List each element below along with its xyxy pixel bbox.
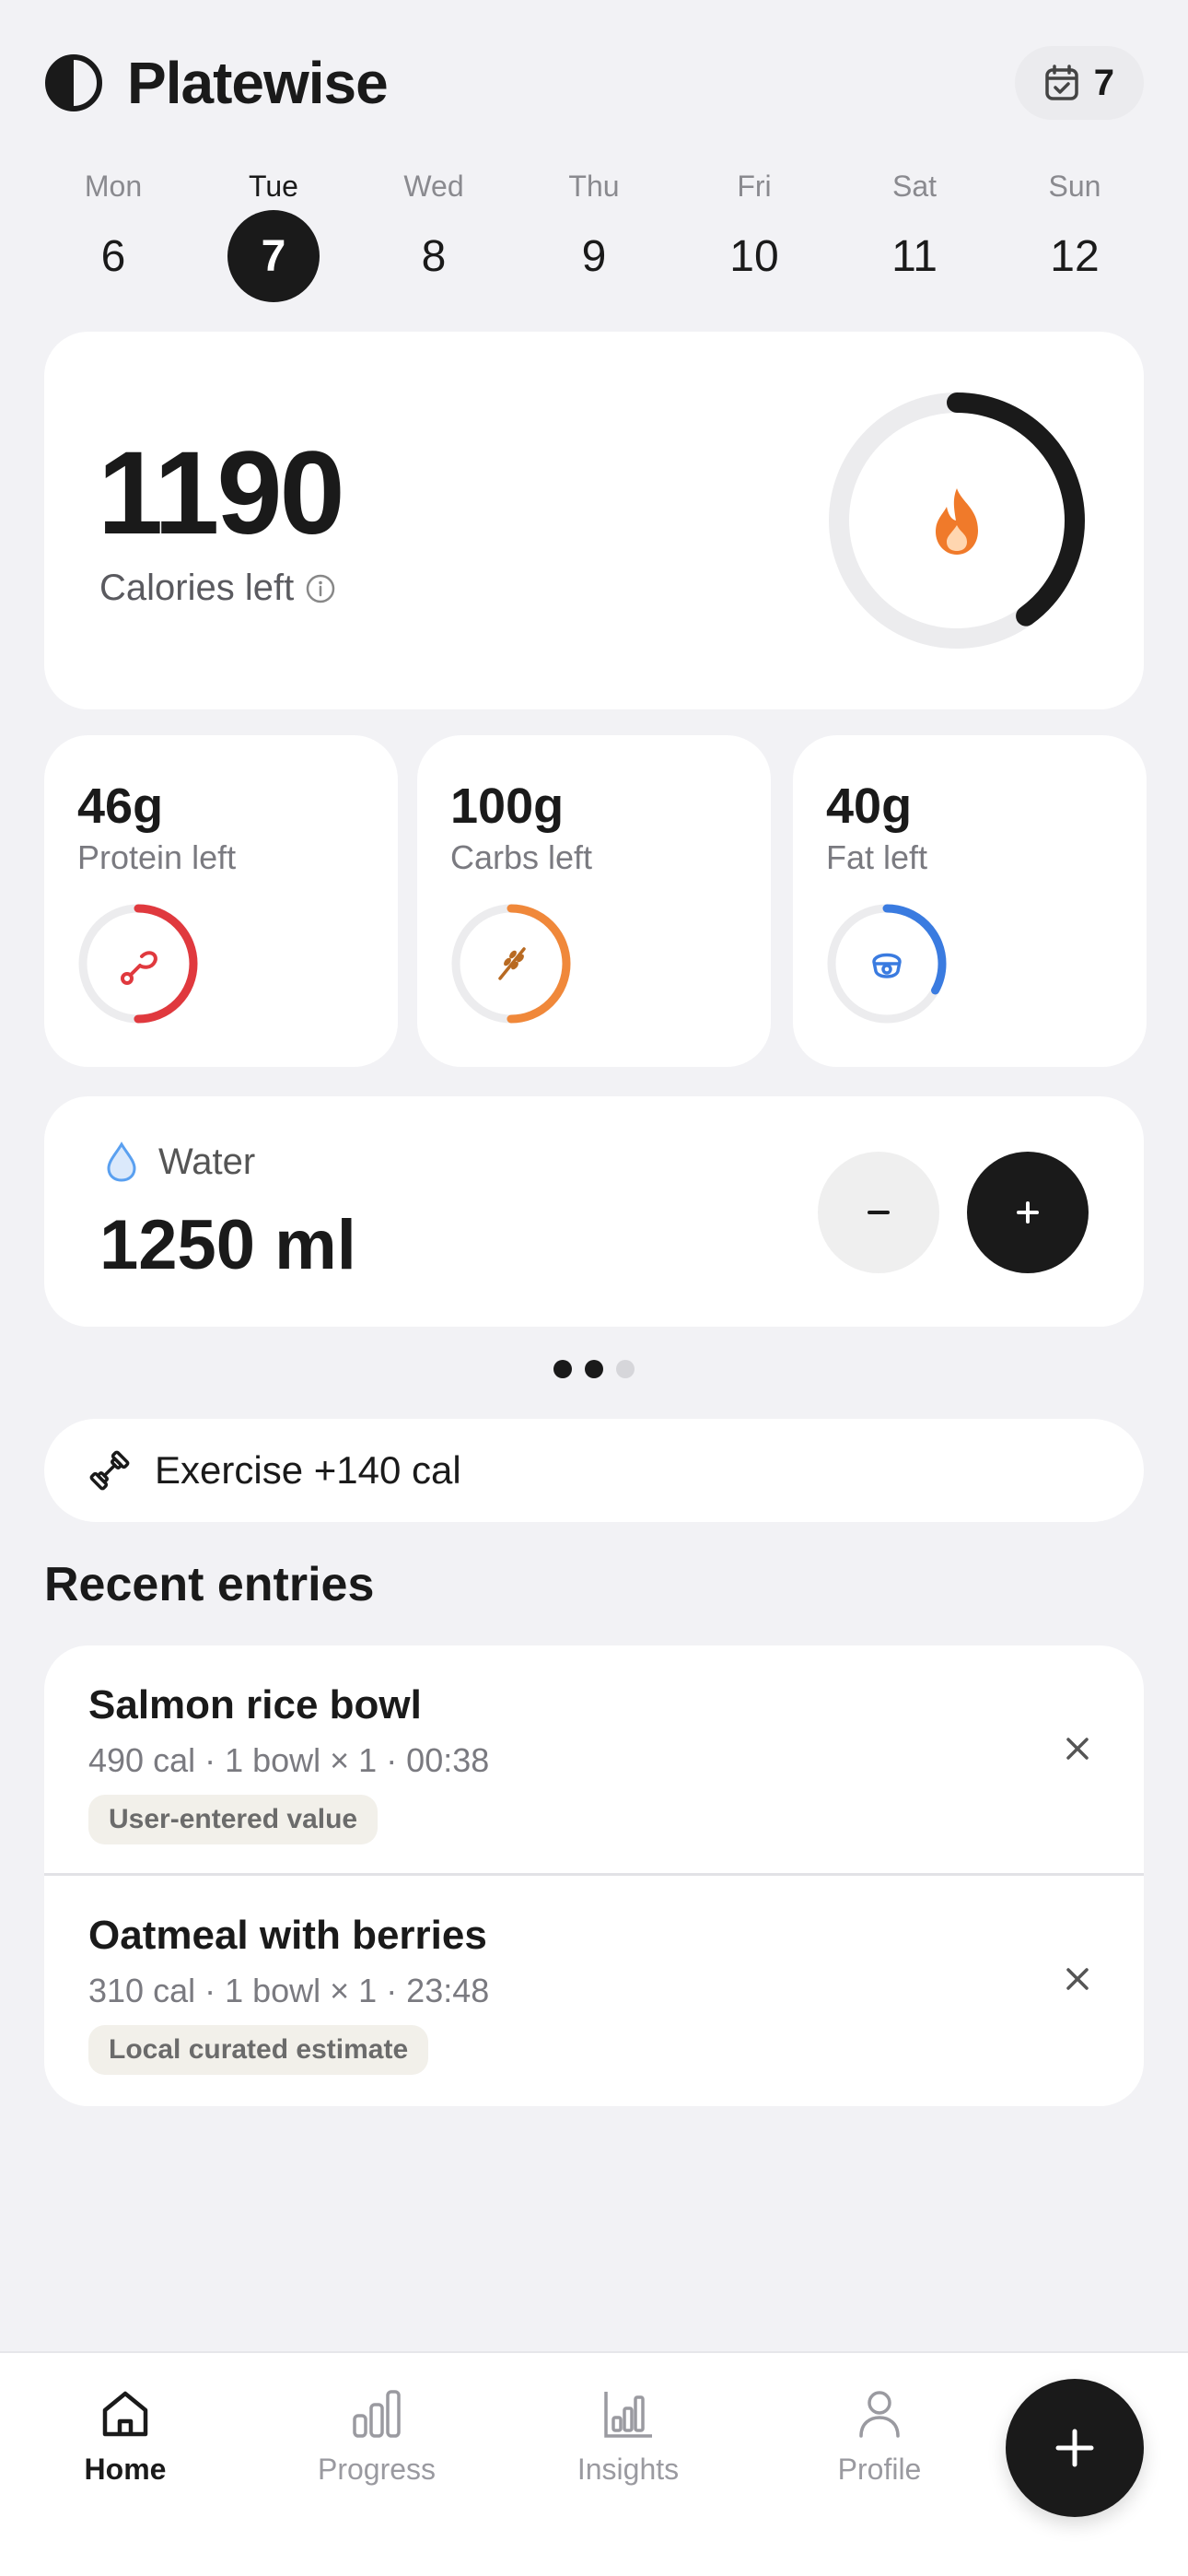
info-icon[interactable] — [305, 573, 336, 604]
water-increase-button[interactable] — [967, 1152, 1089, 1273]
carousel-dot[interactable] — [553, 1360, 572, 1378]
protein-label: Protein left — [77, 838, 237, 876]
delete-entry-button[interactable] — [1048, 1719, 1107, 1778]
recent-entries-list: Salmon rice bowl 490 cal · 1 bowl × 1 · … — [44, 1645, 1144, 2106]
day-sat[interactable]: Sat 11 — [845, 166, 984, 302]
add-entry-button[interactable] — [1006, 2379, 1144, 2517]
day-name: Thu — [568, 170, 620, 203]
day-tue[interactable]: Tue 7 — [204, 166, 343, 302]
day-wed[interactable]: Wed 8 — [365, 166, 503, 302]
carbs-ring — [451, 904, 571, 1024]
entry-meta: 310 cal · 1 bowl × 1 · 23:48 — [88, 1972, 490, 2009]
calories-card[interactable]: 1190 Calories left — [44, 332, 1144, 709]
minus-icon — [868, 1211, 890, 1214]
tab-home[interactable]: Home — [33, 2384, 217, 2487]
home-screen: Platewise 7 Mon 6 Tue 7 Wed 8 Thu 9 Fri 10 Sa… — [0, 0, 1188, 2576]
app-title: Platewise — [127, 50, 389, 116]
streak-count: 7 — [1093, 62, 1114, 103]
exercise-row[interactable]: Exercise +140 cal — [44, 1419, 1144, 1522]
water-drop-icon — [107, 1142, 136, 1182]
day-name: Fri — [737, 170, 772, 203]
carbs-label: Carbs left — [450, 838, 593, 876]
list-item[interactable]: Salmon rice bowl 490 cal · 1 bowl × 1 · … — [44, 1645, 1144, 1876]
tab-profile[interactable]: Profile — [787, 2384, 972, 2487]
tab-progress-label: Progress — [317, 2453, 437, 2486]
entry-source-badge: User-entered value — [88, 1795, 379, 1844]
protein-ring — [78, 904, 198, 1024]
fat-label: Fat left — [826, 838, 928, 876]
day-number: 6 — [100, 231, 126, 281]
water-decrease-button[interactable] — [818, 1152, 939, 1273]
entry-name: Salmon rice bowl — [88, 1682, 422, 1727]
exercise-label: Exercise +140 cal — [155, 1448, 461, 1492]
calories-ring — [829, 392, 1085, 649]
day-sun[interactable]: Sun 12 — [1006, 166, 1144, 302]
entry-source-badge: Local curated estimate — [88, 2025, 429, 2075]
plus-icon — [1055, 2429, 1094, 2467]
day-name: Tue — [249, 170, 298, 203]
recent-entries-title: Recent entries — [44, 1558, 375, 1611]
week-strip: Mon 6 Tue 7 Wed 8 Thu 9 Fri 10 Sat 11 Sun 12 — [44, 166, 1144, 302]
carbs-value: 100g — [450, 779, 565, 834]
entry-name: Oatmeal with berries — [88, 1913, 487, 1958]
list-item[interactable]: Oatmeal with berries 310 cal · 1 bowl × … — [44, 1876, 1144, 2106]
close-icon — [1066, 1968, 1089, 1990]
carousel-dot[interactable] — [585, 1360, 603, 1378]
day-number: 9 — [581, 231, 607, 281]
calories-left-label: Calories left — [99, 568, 295, 608]
calories-left-label-row: Calories left — [99, 568, 336, 609]
header: Platewise 7 — [44, 44, 1144, 122]
water-label: Water — [158, 1141, 256, 1182]
bar-chart-icon — [353, 2390, 401, 2438]
day-number: 12 — [1050, 231, 1100, 281]
water-value: 1250 ml — [99, 1206, 356, 1284]
day-number: 10 — [729, 231, 779, 281]
carbs-card[interactable]: 100g Carbs left — [417, 735, 771, 1067]
drumstick-icon — [121, 951, 157, 985]
fat-card[interactable]: 40g Fat left — [793, 735, 1147, 1067]
day-name: Mon — [84, 170, 143, 203]
water-header: Water — [103, 1141, 255, 1183]
carousel-dots[interactable] — [0, 1360, 1188, 1378]
day-number: 8 — [421, 231, 447, 281]
tab-progress[interactable]: Progress — [285, 2384, 469, 2487]
fat-value: 40g — [826, 779, 913, 834]
day-fri[interactable]: Fri 10 — [685, 166, 823, 302]
day-name: Wed — [403, 170, 464, 203]
tab-insights[interactable]: Insights — [536, 2384, 720, 2487]
dumbbell-icon — [89, 1450, 130, 1491]
day-mon[interactable]: Mon 6 — [44, 166, 182, 302]
carousel-dot[interactable] — [616, 1360, 635, 1378]
water-card: Water 1250 ml — [44, 1096, 1144, 1327]
day-name: Sun — [1048, 170, 1101, 203]
half-circle-logo-icon — [45, 54, 102, 111]
plus-icon — [1017, 1201, 1039, 1224]
user-icon — [859, 2391, 900, 2438]
streak-badge[interactable]: 7 — [1014, 46, 1144, 120]
calories-left-value: 1190 — [98, 427, 345, 559]
insights-chart-icon — [604, 2392, 652, 2438]
tab-home-label: Home — [84, 2453, 167, 2486]
day-number: 11 — [891, 231, 938, 281]
day-number: 7 — [227, 210, 320, 302]
home-icon — [102, 2391, 148, 2437]
tab-profile-label: Profile — [837, 2453, 922, 2486]
day-thu[interactable]: Thu 9 — [525, 166, 663, 302]
protein-value: 46g — [77, 779, 164, 834]
brand: Platewise — [44, 49, 389, 117]
fat-ring — [827, 904, 947, 1024]
protein-card[interactable]: 46g Protein left — [44, 735, 398, 1067]
day-name: Sat — [891, 170, 938, 203]
entry-meta: 490 cal · 1 bowl × 1 · 00:38 — [88, 1741, 490, 1779]
delete-entry-button[interactable] — [1048, 1950, 1107, 2008]
flame-icon — [936, 488, 978, 555]
wheat-icon — [498, 947, 526, 980]
calendar-check-icon — [1045, 64, 1078, 100]
avocado-icon — [872, 953, 902, 978]
close-icon — [1066, 1738, 1089, 1760]
tab-insights-label: Insights — [577, 2453, 680, 2486]
